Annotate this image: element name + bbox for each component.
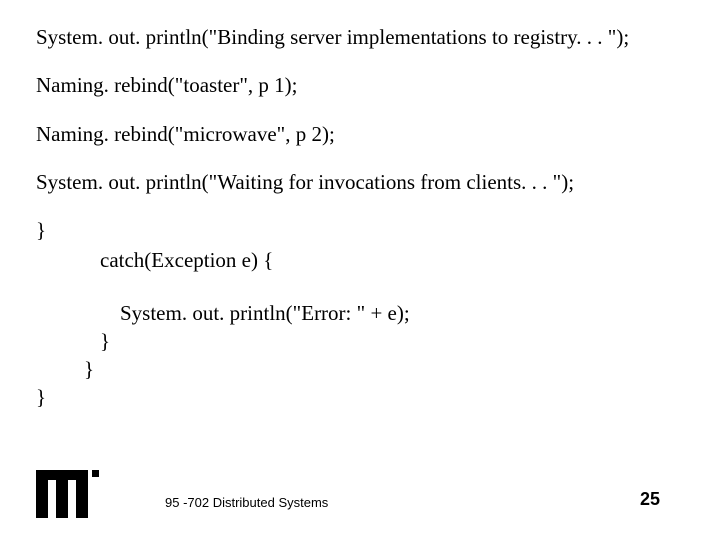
code-line-2: Naming. rebind("toaster", p 1); — [36, 72, 684, 98]
page-number: 25 — [640, 489, 660, 510]
slide: System. out. println("Binding server imp… — [0, 0, 720, 540]
cmu-logo — [36, 470, 108, 518]
close-brace-catch: } — [36, 328, 684, 354]
footer-course: 95 -702 Distributed Systems — [165, 495, 328, 510]
close-brace-try: } — [36, 217, 684, 243]
code-line-1: System. out. println("Binding server imp… — [36, 24, 684, 50]
catch-open: catch(Exception e) { — [36, 247, 684, 273]
close-brace-method: } — [36, 356, 684, 382]
code-line-3: Naming. rebind("microwave", p 2); — [36, 121, 684, 147]
close-brace-class: } — [36, 384, 684, 410]
error-println: System. out. println("Error: " + e); — [36, 300, 684, 326]
brace-block: } catch(Exception e) { System. out. prin… — [36, 217, 684, 411]
code-line-4: System. out. println("Waiting for invoca… — [36, 169, 684, 195]
